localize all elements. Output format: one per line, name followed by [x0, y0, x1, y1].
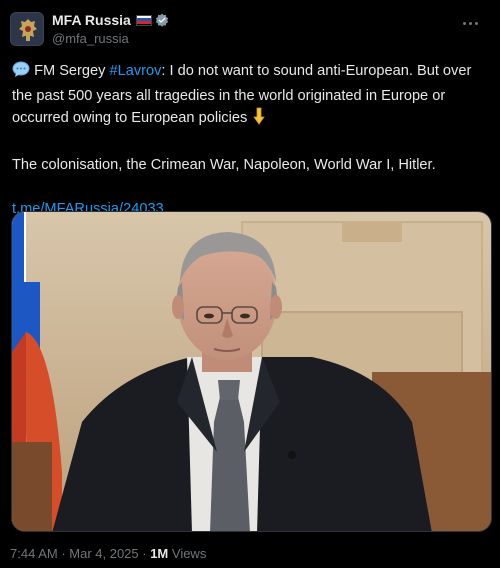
- dot-icon: [468, 21, 472, 25]
- hashtag-link[interactable]: #Lavrov: [109, 63, 161, 79]
- post-meta: 7:44 AM · Mar 4, 2025 · 1M Views: [10, 546, 206, 561]
- pointing-down-icon: [251, 107, 267, 132]
- post-date[interactable]: Mar 4, 2025: [69, 546, 138, 561]
- verified-badge-icon: [155, 13, 169, 27]
- russia-flag-icon: [135, 14, 152, 26]
- post-text-lead: FM Sergey: [34, 63, 110, 79]
- more-options-button[interactable]: [458, 12, 482, 34]
- coat-of-arms-icon: [11, 13, 43, 45]
- meta-separator: ·: [138, 546, 151, 561]
- speech-balloon-icon: [12, 61, 30, 85]
- display-name[interactable]: MFA Russia: [52, 12, 131, 28]
- dot-icon: [474, 21, 478, 25]
- post-photo[interactable]: [11, 211, 492, 532]
- dot-icon: [462, 21, 466, 25]
- account-handle[interactable]: @mfa_russia: [52, 31, 129, 46]
- views-label: Views: [168, 546, 207, 561]
- post-text: FM Sergey #Lavrov: I do not want to soun…: [12, 60, 492, 220]
- views-count: 1M: [150, 546, 169, 561]
- account-name-row: MFA Russia: [52, 11, 169, 29]
- avatar[interactable]: [10, 12, 44, 46]
- meta-separator: ·: [57, 546, 70, 561]
- tweet-card: MFA Russia @mfa_russia FM Sergey #Lavrov…: [0, 0, 500, 568]
- post-time[interactable]: 7:44 AM: [10, 546, 58, 561]
- post-paragraph-2: The colonisation, the Crimean War, Napol…: [12, 157, 436, 173]
- post-paragraph-1: FM Sergey #Lavrov: I do not want to soun…: [12, 60, 492, 132]
- photo-lavrov: [12, 212, 491, 531]
